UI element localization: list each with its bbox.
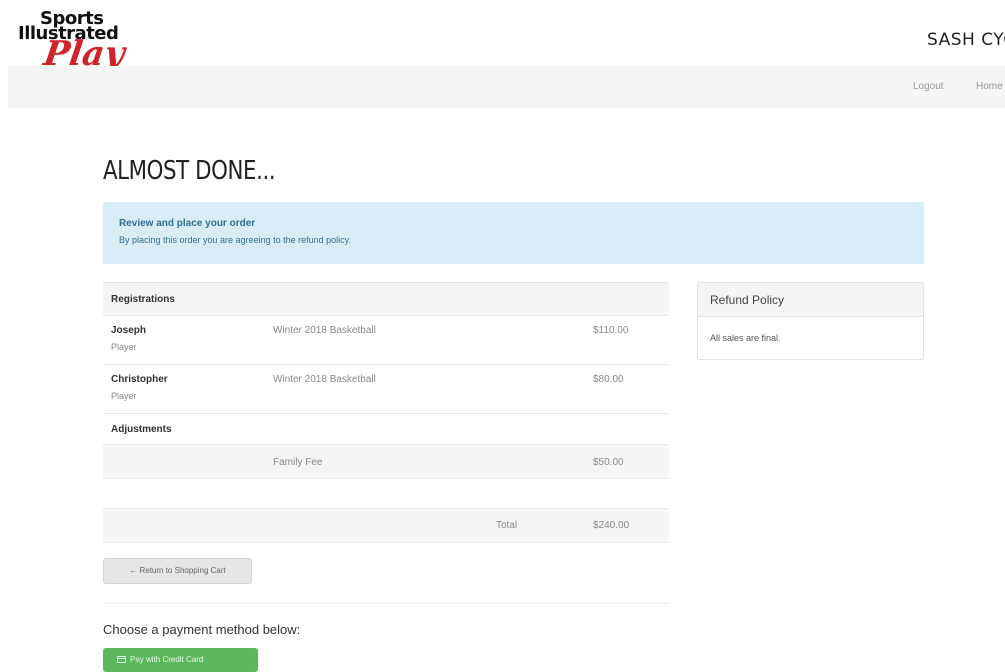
- registrations-header: Registrations: [111, 294, 175, 305]
- table-row: Joseph Player Winter 2018 Basketball $11…: [103, 315, 669, 365]
- registrant-role: Player: [111, 342, 137, 352]
- total-amount: $240.00: [593, 520, 630, 531]
- registrant-name: Joseph: [111, 325, 147, 336]
- total-row: Total $240.00: [103, 508, 669, 543]
- registration-amount: $110.00: [593, 325, 629, 336]
- nav-logout-link[interactable]: Logout: [913, 81, 944, 92]
- alert-body: By placing this order you are agreeing t…: [119, 235, 351, 245]
- credit-card-icon: [117, 656, 126, 663]
- registration-amount: $80.00: [593, 374, 624, 385]
- pay-with-credit-card-button[interactable]: Pay with Credit Card: [103, 648, 258, 672]
- organization-name: SASH CYO: [927, 30, 1005, 50]
- registrant-name: Christopher: [111, 374, 168, 385]
- refund-policy-panel: Refund Policy All sales are final.: [697, 282, 924, 360]
- return-to-cart-button[interactable]: ← Return to Shopping Cart: [103, 558, 252, 584]
- table-row: Christopher Player Winter 2018 Basketbal…: [103, 364, 669, 414]
- review-order-alert: Review and place your order By placing t…: [103, 202, 924, 264]
- adjustments-header: Adjustments: [111, 424, 172, 435]
- pay-button-label: Pay with Credit Card: [130, 655, 204, 664]
- registrations-header-row: Registrations: [103, 282, 669, 316]
- table-row: Family Fee $50.00: [103, 444, 669, 479]
- top-navbar: Logout Home: [8, 66, 1005, 108]
- site-header: Sports Illustrated Play SASH CYO: [0, 0, 1005, 74]
- section-divider: [103, 603, 669, 604]
- refund-policy-title: Refund Policy: [710, 293, 785, 307]
- adjustment-label: Family Fee: [273, 457, 323, 468]
- payment-method-prompt: Choose a payment method below:: [103, 622, 301, 637]
- registrant-role: Player: [111, 391, 137, 401]
- nav-home-link[interactable]: Home: [976, 81, 1005, 92]
- registration-program: Winter 2018 Basketball: [273, 325, 376, 336]
- alert-title: Review and place your order: [119, 218, 256, 229]
- refund-policy-body: All sales are final.: [710, 333, 781, 343]
- refund-policy-heading: Refund Policy: [698, 283, 923, 317]
- total-label: Total: [496, 520, 518, 531]
- page-title: ALMOST DONE...: [103, 156, 276, 186]
- registration-program: Winter 2018 Basketball: [273, 374, 376, 385]
- adjustment-amount: $50.00: [593, 457, 624, 468]
- adjustments-header-row: Adjustments: [103, 413, 669, 445]
